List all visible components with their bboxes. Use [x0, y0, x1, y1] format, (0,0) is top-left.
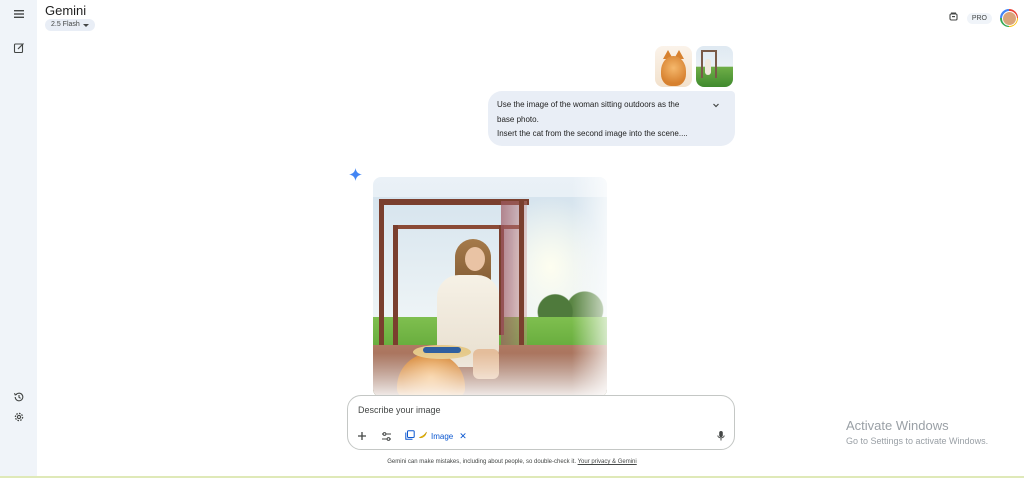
- menu-icon[interactable]: [11, 6, 27, 22]
- prompt-line: base photo.: [497, 114, 539, 124]
- model-selector[interactable]: 2.5 Flash: [45, 19, 95, 31]
- close-icon[interactable]: ✕: [459, 431, 467, 442]
- cat-figure: [661, 56, 686, 86]
- microphone-icon[interactable]: [714, 429, 728, 443]
- avatar-photo: [1001, 10, 1017, 26]
- hat-band: [423, 347, 461, 353]
- avatar[interactable]: [1000, 9, 1018, 27]
- side-rail: [0, 0, 37, 476]
- privacy-link[interactable]: Your privacy & Gemini: [578, 459, 637, 465]
- prompt-composer: Image ✕: [347, 395, 735, 450]
- woman-legs: [473, 349, 499, 379]
- image-gallery-icon: [405, 430, 415, 442]
- settings-icon[interactable]: [11, 409, 27, 425]
- chevron-down-icon: [82, 23, 89, 27]
- gemini-spark-icon: [349, 168, 362, 181]
- user-prompt-bubble: Use the image of the woman sitting outdo…: [488, 91, 735, 146]
- model-label: 2.5 Flash: [51, 21, 80, 28]
- activity-icon[interactable]: [11, 389, 27, 405]
- generated-image[interactable]: [373, 177, 607, 397]
- watermark-subtitle: Go to Settings to activate Windows.: [846, 436, 989, 446]
- watermark-title: Activate Windows: [846, 418, 949, 433]
- attachment-cat-image[interactable]: [655, 46, 692, 87]
- banana-icon: [418, 430, 428, 442]
- prompt-line: Use the image of the woman sitting outdo…: [497, 100, 680, 109]
- image-tool-chip[interactable]: Image ✕: [405, 429, 467, 443]
- pergola-post: [519, 199, 524, 349]
- expand-chevron-icon[interactable]: [711, 100, 721, 110]
- prompt-input[interactable]: [358, 405, 698, 415]
- pergola-post: [393, 225, 398, 345]
- add-icon[interactable]: [355, 429, 369, 443]
- new-chat-icon[interactable]: [11, 40, 27, 56]
- user-attachments: [655, 46, 733, 87]
- image-tool-label: Image: [431, 431, 454, 441]
- prompt-line: Insert the cat from the second image int…: [497, 129, 688, 138]
- temporary-chat-icon[interactable]: [948, 9, 959, 27]
- woman-face: [465, 247, 485, 271]
- disclaimer-text: Gemini can make mistakes, including abou…: [387, 459, 577, 465]
- tools-icon[interactable]: [379, 429, 393, 443]
- app-title: Gemini: [45, 3, 87, 18]
- disclaimer: Gemini can make mistakes, including abou…: [0, 459, 1024, 465]
- header-actions: PRO: [948, 9, 1018, 27]
- pergola-post: [379, 199, 384, 369]
- attachment-woman-outdoors-image[interactable]: [696, 46, 733, 87]
- pro-badge[interactable]: PRO: [966, 12, 992, 24]
- woman-figure: [705, 59, 711, 75]
- activate-windows-watermark: Activate Windows Go to Settings to activ…: [846, 418, 988, 446]
